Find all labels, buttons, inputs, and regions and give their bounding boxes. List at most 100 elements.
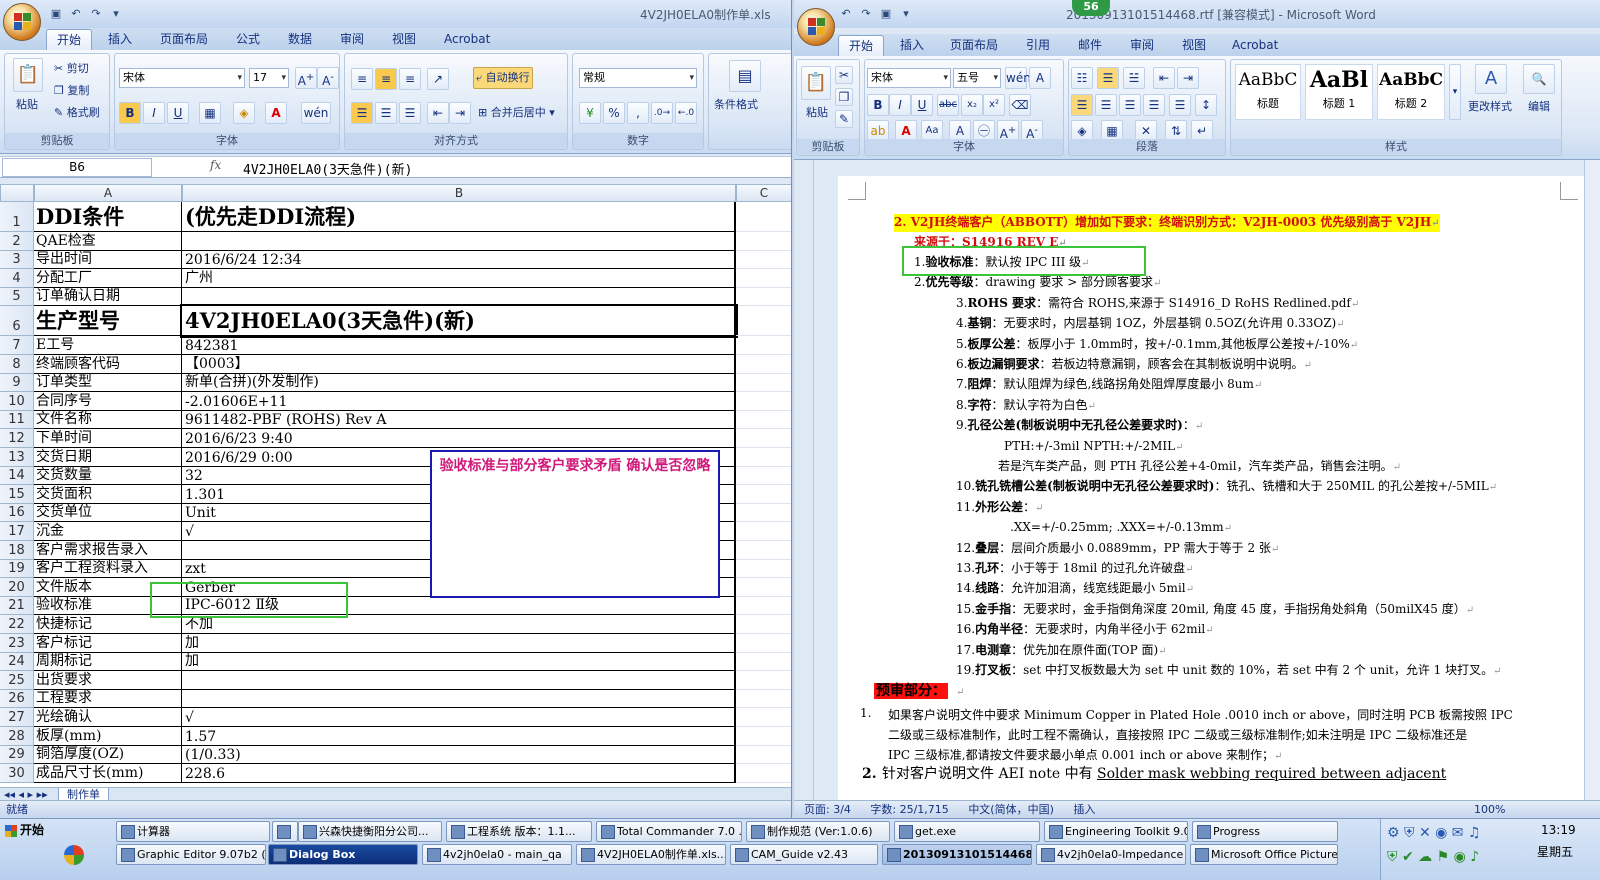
phonetic-icon[interactable]: wén [301,102,331,124]
conditional-format-button[interactable]: 条件格式 [711,94,761,116]
column-header-c[interactable]: C [736,184,791,202]
find-icon[interactable]: 🔍 [1523,64,1555,94]
taskbar-word-file[interactable]: 20130913101514468... [882,844,1032,865]
row-header[interactable]: 7 [0,336,34,355]
cell-a[interactable]: 客户工程资料录入 [34,559,182,579]
bold-icon[interactable]: B [119,102,141,124]
cell-c[interactable] [736,690,791,709]
cell-c[interactable] [736,411,791,430]
orientation-icon[interactable]: ↗ [427,68,449,90]
taskbar-xingsen[interactable]: 兴森快捷衡阳分公司... [298,821,442,842]
cell-a[interactable]: 订单确认日期 [34,287,182,307]
cell-a[interactable]: 客户需求报告录入 [34,541,182,560]
row-header[interactable]: 23 [0,634,34,653]
cell-c[interactable] [736,671,791,690]
cell-b[interactable]: 842381 [182,336,736,355]
office-button[interactable] [797,8,835,46]
taskbar-graphic-editor[interactable]: Graphic Editor 9.07b2 (... [116,844,266,865]
copy-button[interactable]: ❐ 复制 [51,80,92,102]
cell-a[interactable]: 订单类型 [34,373,182,393]
italic-icon[interactable]: I [143,102,165,124]
row-header[interactable]: 9 [0,373,34,393]
cell-b[interactable]: 新单(合拼)(外发制作) [182,373,736,393]
redo-icon[interactable]: ↷ [88,6,104,22]
style-heading-2[interactable]: AaBbC 标题 2 [1377,64,1445,120]
cell-c[interactable] [736,560,791,579]
row-header[interactable]: 27 [0,708,34,727]
clock-time[interactable]: 13:19 [1541,823,1576,837]
row-header[interactable]: 14 [0,466,34,486]
status-zoom[interactable]: 100% [1474,801,1505,818]
vertical-scrollbar[interactable] [1584,160,1600,800]
paste-button[interactable]: 粘贴 [803,102,831,124]
column-header-b[interactable]: B [182,184,736,202]
save-icon[interactable]: ▣ [878,6,894,22]
taskbar-total-commander[interactable]: Total Commander 7.0 ... [596,821,742,842]
cell-b[interactable]: 广州 [182,269,736,288]
cell-a[interactable]: 交货数量 [34,466,182,486]
row-header[interactable]: 16 [0,503,34,523]
tab-home[interactable]: 开始 [46,29,93,50]
bold-icon[interactable]: B [867,94,889,116]
taskbar-app-icon[interactable] [272,821,298,842]
cell-a[interactable]: 沉金 [34,522,182,541]
annotation-textbox[interactable]: 验收标准与部分客户要求矛盾 确认是否忽略 [430,450,720,598]
cell-a[interactable]: 交货日期 [34,448,182,467]
cell-b[interactable]: 不加 [182,615,736,634]
row-header[interactable]: 2 [0,232,34,251]
cell-c[interactable] [736,202,791,232]
tray-icons[interactable]: ⚙ ⛨ ✕ ◉ ✉ ♫ [1387,825,1481,841]
cell-c[interactable] [736,541,791,560]
row-header[interactable]: 11 [0,410,34,430]
row-header[interactable]: 15 [0,485,34,504]
cell-c[interactable] [736,522,791,541]
tab-review[interactable]: 审阅 [330,29,374,50]
tab-formulas[interactable]: 公式 [226,29,270,50]
cell-c[interactable] [736,708,791,727]
tab-acrobat[interactable]: Acrobat [1222,35,1288,56]
tab-view[interactable]: 视图 [1172,35,1216,56]
edit-button[interactable]: 编辑 [1525,96,1553,118]
taskbar-engineering-system[interactable]: 工程系统 版本：1.1... [446,821,592,842]
cell-b[interactable]: -2.01606E+11 [182,392,736,411]
font-color-icon[interactable]: A [265,102,287,124]
cell-a[interactable]: 客户标记 [34,634,182,653]
underline-icon[interactable]: U [167,102,189,124]
align-right-icon[interactable]: ☰ [1119,94,1141,116]
increase-decimal-icon[interactable]: .0→ [651,102,673,124]
row-header[interactable]: 4 [0,269,34,288]
strikethrough-icon[interactable]: abc [937,94,959,116]
cell-b[interactable]: 228.6 [182,764,736,783]
cell-b[interactable]: 4V2JH0ELA0(3天急件)(新) [180,304,738,339]
cell-c[interactable] [736,597,791,616]
increase-indent-icon[interactable]: ⇥ [1177,67,1199,89]
align-center-icon[interactable]: ☰ [375,102,397,124]
row-header[interactable]: 26 [0,689,34,709]
cell-a[interactable]: 工程要求 [34,689,182,709]
phonetic-guide-icon[interactable]: wén [1005,67,1031,89]
fx-icon[interactable]: fx [210,158,221,172]
align-left-icon[interactable]: ☰ [351,102,373,124]
underline-icon[interactable]: U [911,94,933,116]
save-icon[interactable]: ▣ [48,6,64,22]
bullets-icon[interactable]: ☷ [1071,67,1093,89]
decrease-decimal-icon[interactable]: ←.0 [675,102,697,124]
row-header[interactable]: 8 [0,355,34,374]
cell-c[interactable] [736,615,791,634]
grow-font-icon[interactable]: A+ [295,67,317,89]
align-left-icon[interactable]: ☰ [1071,94,1093,116]
cell-c[interactable] [736,764,791,783]
row-header[interactable]: 10 [0,392,34,411]
taskbar-cam-guide[interactable]: CAM_Guide v2.43 [730,844,878,865]
superscript-icon[interactable]: x² [983,94,1005,116]
borders-icon[interactable]: ▦ [199,102,221,124]
cell-c[interactable] [736,504,791,523]
start-button[interactable]: 开始 [2,821,54,842]
tab-insert[interactable]: 插入 [890,35,934,56]
cell-c[interactable] [736,485,791,504]
cell-b[interactable]: 【0003】 [182,355,736,374]
row-header[interactable]: 17 [0,522,34,541]
cut-icon[interactable]: ✂ [835,66,853,84]
increase-indent-icon[interactable]: ⇥ [449,102,471,124]
row-header[interactable]: 1 [0,202,34,232]
